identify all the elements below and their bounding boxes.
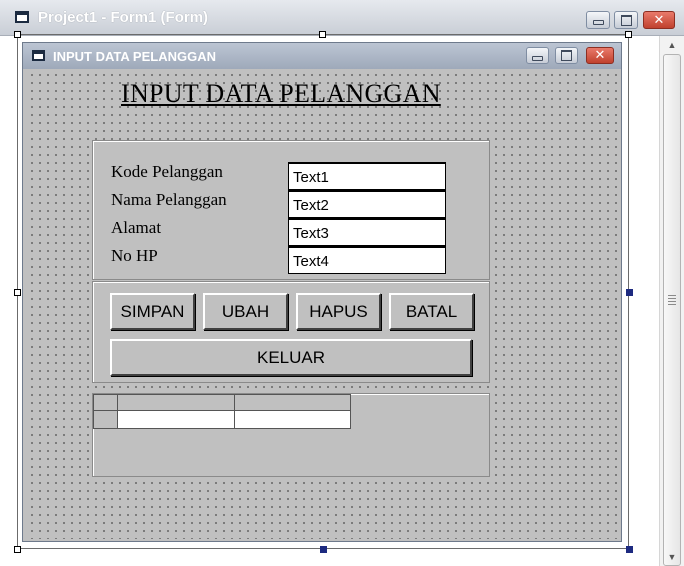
close-icon: ✕ [653, 12, 665, 28]
label-no-hp: No HP [111, 246, 158, 265]
designer-window-title: Project1 - Form1 (Form) [38, 9, 209, 26]
label-kode-pelanggan: Kode Pelanggan [111, 162, 223, 181]
designer-titlebar[interactable]: Project1 - Form1 (Form) ✕ [0, 0, 684, 36]
vertical-scrollbar[interactable]: ▲ ▼ [659, 36, 684, 566]
alamat-field[interactable]: Text3 [288, 218, 446, 246]
simpan-button[interactable]: SIMPAN [110, 293, 195, 330]
form-caption-label: INPUT DATA PELANGGAN [121, 79, 441, 108]
nama-pelanggan-field[interactable]: Text2 [288, 190, 446, 218]
minimize-icon [532, 55, 543, 61]
designer-minimize-button[interactable] [586, 11, 610, 29]
buttons-frame: SIMPAN UBAH HAPUS BATAL KELUAR [92, 281, 490, 383]
grid-corner-cell [93, 394, 118, 411]
label-alamat: Alamat [111, 218, 162, 237]
resize-handle-left [14, 289, 21, 296]
resize-handle-top-right [625, 31, 632, 38]
grid-cell[interactable] [234, 410, 351, 429]
grid-row-header[interactable] [93, 410, 118, 429]
resize-handle-bottom-left [14, 546, 21, 553]
grid-cells [93, 394, 355, 430]
scrollbar-thumb[interactable] [663, 54, 681, 566]
form-close-button[interactable]: ✕ [586, 47, 614, 64]
resize-handle-bottom[interactable] [320, 546, 327, 553]
resize-handle-top [319, 31, 326, 38]
batal-button[interactable]: BATAL [389, 293, 474, 330]
form-icon [15, 11, 29, 23]
form-titlebar[interactable]: INPUT DATA PELANGGAN ✕ [23, 43, 621, 69]
form-title: INPUT DATA PELANGGAN [53, 49, 216, 64]
keluar-button[interactable]: KELUAR [110, 339, 472, 376]
input-frame: Kode Pelanggan Nama Pelanggan Alamat No … [92, 140, 490, 280]
arrow-up-icon[interactable]: ▲ [660, 36, 684, 54]
maximize-icon [561, 50, 572, 61]
grip-icon [668, 295, 676, 305]
resize-handle-top-left [14, 31, 21, 38]
no-hp-field[interactable]: Text4 [288, 246, 446, 274]
form-client-area: INPUT DATA PELANGGAN Kode Pelanggan Nama… [26, 69, 618, 539]
designer-close-button[interactable]: ✕ [643, 11, 675, 29]
grid-column-header[interactable] [234, 394, 351, 411]
arrow-down-icon[interactable]: ▼ [660, 548, 684, 566]
close-icon: ✕ [594, 48, 606, 63]
resize-handle-bottom-right[interactable] [626, 546, 633, 553]
form-icon [32, 50, 45, 61]
form-maximize-button[interactable] [555, 47, 578, 64]
resize-handle-right[interactable] [626, 289, 633, 296]
form-window: INPUT DATA PELANGGAN ✕ INPUT DATA PELANG… [22, 42, 622, 542]
maximize-icon [620, 14, 632, 26]
minimize-icon [592, 20, 604, 25]
grid-cell[interactable] [117, 410, 235, 429]
kode-pelanggan-field[interactable]: Text1 [288, 162, 446, 190]
label-nama-pelanggan: Nama Pelanggan [111, 190, 227, 209]
hapus-button[interactable]: HAPUS [296, 293, 381, 330]
data-grid[interactable] [92, 393, 490, 477]
form-minimize-button[interactable] [526, 47, 549, 64]
designer-maximize-button[interactable] [614, 11, 638, 29]
grid-column-header[interactable] [117, 394, 235, 411]
ubah-button[interactable]: UBAH [203, 293, 288, 330]
